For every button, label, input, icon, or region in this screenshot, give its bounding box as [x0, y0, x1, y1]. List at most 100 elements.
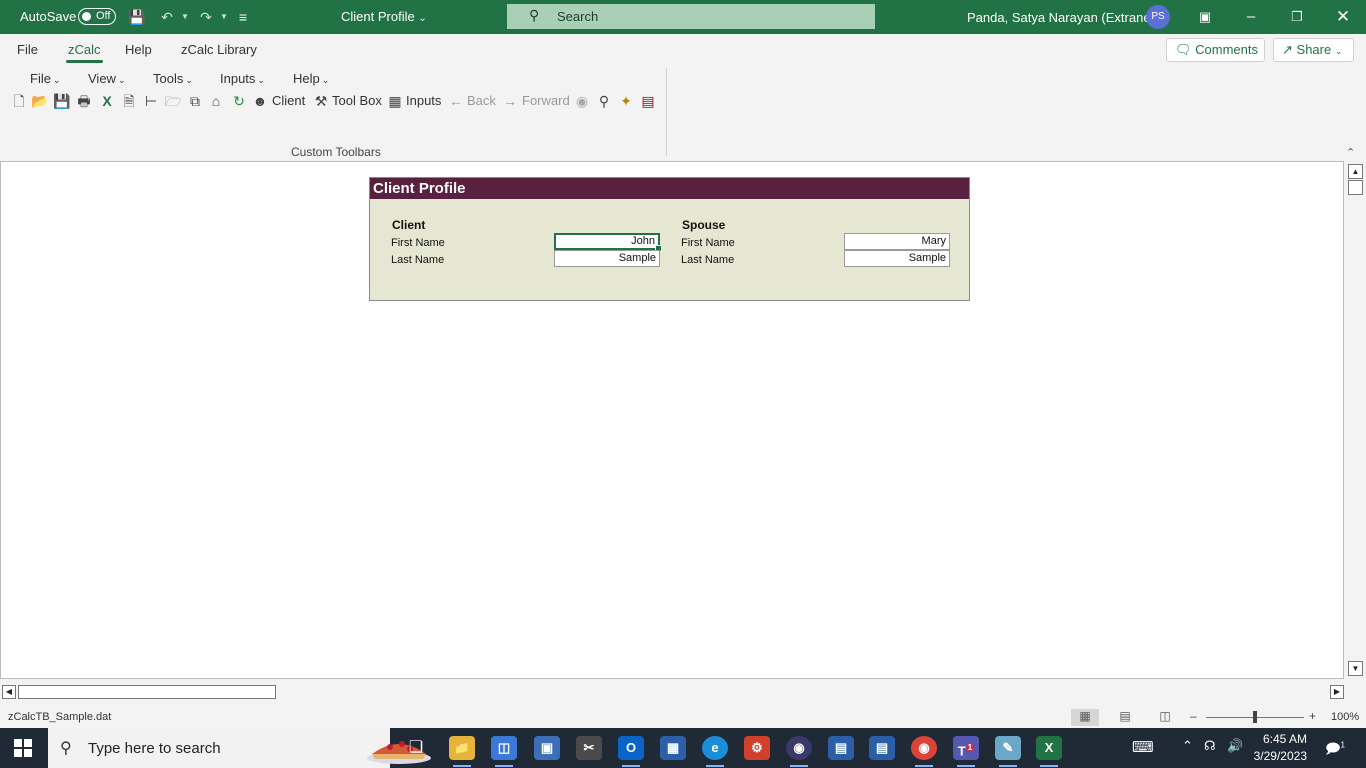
- customize-quick-access-icon[interactable]: ≡: [234, 8, 252, 26]
- horizontal-scrollbar[interactable]: ◀ ▶: [0, 683, 1366, 701]
- print-preview-icon[interactable]: 🗎: [120, 92, 138, 110]
- task-view-icon[interactable]: ❏: [403, 736, 429, 760]
- home-icon[interactable]: ⌂: [207, 92, 225, 110]
- redo-icon[interactable]: ↷: [197, 8, 215, 26]
- taskbar-search-placeholder: Type here to search: [88, 740, 221, 757]
- network-icon[interactable]: ☊: [1204, 738, 1216, 754]
- search-box[interactable]: ⚲ Search: [507, 4, 875, 29]
- inputs-label[interactable]: Inputs: [406, 93, 441, 108]
- scroll-left-icon[interactable]: ◀: [2, 685, 16, 699]
- back-arrow-icon: ←: [449, 93, 463, 109]
- tab-help[interactable]: Help: [125, 42, 152, 57]
- share-label: Share: [1296, 42, 1332, 57]
- scroll-up-icon[interactable]: ▲: [1348, 164, 1363, 179]
- page-break-view-icon[interactable]: ◫: [1151, 709, 1179, 726]
- collapse-ribbon-icon[interactable]: ⌃: [1346, 146, 1355, 159]
- outlook-icon[interactable]: O: [618, 736, 644, 767]
- open-folder-icon[interactable]: 📂: [31, 92, 49, 110]
- system-clock[interactable]: 6:45 AM 3/29/2023: [1253, 731, 1307, 765]
- show-hidden-icons-icon[interactable]: ⌃: [1182, 738, 1193, 754]
- client-first-name-field[interactable]: John: [554, 233, 662, 252]
- menu-view[interactable]: View ⌄: [88, 71, 126, 86]
- page-layout-view-icon[interactable]: ▤: [1111, 709, 1139, 726]
- computer-management-icon[interactable]: ▦: [660, 736, 686, 760]
- excel-icon[interactable]: X: [1036, 736, 1062, 767]
- spouse-last-name-field[interactable]: Sample: [844, 250, 950, 267]
- edge-browser-icon[interactable]: e: [702, 736, 728, 767]
- tab-zcalc-library[interactable]: zCalc Library: [181, 42, 257, 57]
- menu-file[interactable]: File ⌄: [30, 71, 61, 86]
- toggle-knob: [82, 12, 91, 21]
- restore-icon[interactable]: ❐: [1286, 7, 1308, 27]
- horizontal-scroll-thumb[interactable]: [18, 685, 276, 699]
- zoom-out-icon[interactable]: –: [1190, 709, 1197, 723]
- inputs-grid-icon[interactable]: ▦: [386, 92, 404, 110]
- menu-tools[interactable]: Tools ⌄: [153, 71, 193, 86]
- vertical-scrollbar[interactable]: ▲ ▼: [1345, 161, 1366, 679]
- microsoft-store-icon[interactable]: ◫: [491, 736, 517, 767]
- window-app-icon[interactable]: ▤: [828, 736, 854, 760]
- windows-start-icon[interactable]: [14, 739, 32, 757]
- client-icon[interactable]: ☻: [251, 92, 269, 110]
- autosave-toggle[interactable]: Off: [78, 8, 116, 25]
- taskbar-search-box[interactable]: ⚲ Type here to search: [48, 728, 431, 768]
- report-icon[interactable]: ▤: [639, 92, 657, 110]
- title-bar: AutoSave Off 💾 ↶ ▼ ↷ ▼ ≡ Client Profile …: [0, 0, 1366, 34]
- chrome-icon[interactable]: ◉: [911, 736, 937, 767]
- eclipse-icon[interactable]: ◉: [786, 736, 812, 767]
- volume-icon[interactable]: 🔊: [1227, 738, 1243, 754]
- new-file-icon[interactable]: 🗋: [10, 92, 28, 110]
- tree-icon[interactable]: ⊢: [142, 92, 160, 110]
- redo-dropdown-icon[interactable]: ▼: [215, 8, 233, 26]
- excel-export-icon[interactable]: X: [98, 92, 116, 110]
- search-icon[interactable]: ⚲: [595, 92, 613, 110]
- zoom-level[interactable]: 100%: [1331, 711, 1359, 723]
- zoom-in-icon[interactable]: +: [1309, 709, 1316, 723]
- spouse-first-name-field[interactable]: Mary: [844, 233, 950, 250]
- comment-icon: 🗨: [1175, 42, 1192, 57]
- notepad-icon[interactable]: ✎: [995, 736, 1021, 767]
- undo-icon[interactable]: ↶: [158, 8, 176, 26]
- notifications-icon[interactable]: 🗩1: [1325, 738, 1345, 762]
- tab-zcalc[interactable]: zCalc: [66, 42, 103, 63]
- tab-file[interactable]: File: [17, 42, 38, 57]
- avatar[interactable]: PS: [1146, 5, 1170, 29]
- menu-inputs[interactable]: Inputs ⌄: [220, 71, 265, 86]
- wizard-icon[interactable]: ✦: [617, 92, 635, 110]
- toolbox-icon[interactable]: ⚒: [312, 92, 330, 110]
- close-icon[interactable]: ✕: [1332, 7, 1354, 27]
- share-button[interactable]: ↗ Share ⌄: [1273, 38, 1354, 62]
- ribbon-display-icon[interactable]: ▣: [1194, 7, 1216, 27]
- python-tool-icon[interactable]: ⚙: [744, 736, 770, 760]
- user-name[interactable]: Panda, Satya Narayan (Extranet): [967, 10, 1159, 25]
- vertical-scroll-thumb[interactable]: [1348, 180, 1363, 195]
- scroll-down-icon[interactable]: ▼: [1348, 661, 1363, 676]
- client-label[interactable]: Client: [272, 93, 305, 108]
- window-app-2-icon[interactable]: ▤: [869, 736, 895, 760]
- toolbox-label[interactable]: Tool Box: [332, 93, 382, 108]
- client-last-name-field[interactable]: Sample: [554, 250, 660, 267]
- refresh-page-icon[interactable]: ↻: [230, 92, 248, 110]
- normal-view-icon[interactable]: ▦: [1071, 709, 1099, 726]
- minimize-icon[interactable]: –: [1240, 7, 1262, 27]
- teams-icon[interactable]: T1: [953, 736, 979, 767]
- undo-dropdown-icon[interactable]: ▼: [176, 8, 194, 26]
- notification-badge: 1: [1340, 740, 1345, 750]
- copy-icon[interactable]: ⧉: [186, 92, 204, 110]
- remote-desktop-icon[interactable]: ▣: [534, 736, 560, 760]
- menu-help[interactable]: Help ⌄: [293, 71, 329, 86]
- comments-button[interactable]: 🗨 Comments: [1166, 38, 1265, 62]
- client-first-name-label: First Name: [391, 237, 445, 249]
- keyboard-icon[interactable]: ⌨: [1132, 738, 1154, 756]
- snipping-tool-icon[interactable]: ✂: [576, 736, 602, 760]
- autosave-label: AutoSave: [20, 9, 77, 24]
- status-filename: zCalcTB_Sample.dat: [8, 711, 112, 723]
- search-icon: ⚲: [529, 7, 540, 23]
- zoom-slider-handle[interactable]: [1253, 711, 1257, 723]
- print-icon[interactable]: 🖶: [75, 92, 93, 110]
- save-icon[interactable]: 💾: [53, 92, 71, 110]
- file-explorer-icon[interactable]: 📁: [449, 736, 475, 767]
- save-icon[interactable]: 💾: [128, 8, 146, 26]
- scroll-right-icon[interactable]: ▶: [1330, 685, 1344, 699]
- document-title[interactable]: Client Profile ⌄: [341, 9, 427, 24]
